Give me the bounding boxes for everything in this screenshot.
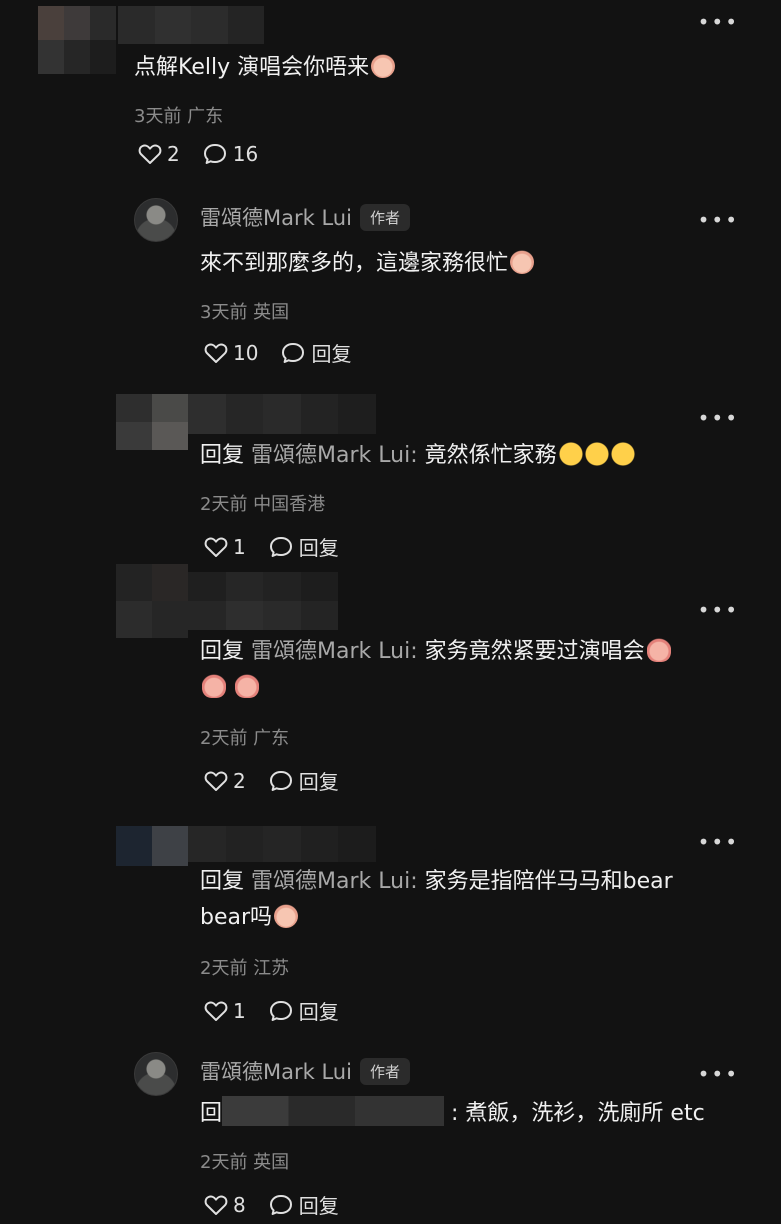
username-redacted[interactable] [188,394,376,434]
avatar[interactable] [116,826,188,866]
reply-label: 回复 [311,342,352,366]
like-count: 2 [233,768,246,793]
comment-text: 回复 雷頌德Mark Lui: 竟然係忙家務 [200,438,635,474]
comment-item: ••• 回复 雷頌德Mark Lui: 家务是指陪伴马马和bear bear吗 … [0,822,781,1042]
author-name[interactable]: 雷頌德Mark Lui [200,202,352,232]
comment-text: 來不到那麼多的，這邊家務很忙 [200,246,535,282]
redacted-username [222,1096,445,1126]
heart-icon [204,1195,228,1215]
comment-bubble-icon [269,770,292,791]
like-count: 8 [233,1192,246,1217]
more-options-button[interactable]: ••• [698,832,739,852]
comment-meta: 2天前 广东 [200,728,290,749]
comment-meta: 2天前 英国 [200,1152,290,1173]
crying-face-icon [371,54,396,78]
like-button[interactable]: 1 [204,535,246,559]
more-icon: ••• [697,10,739,34]
more-options-button[interactable]: ••• [698,408,739,428]
reply-button[interactable]: 回复 [268,532,339,561]
thinking-face-icon [274,904,299,928]
comment-item: ••• 点解Kelly 演唱会你唔来 3天前 广东 2 16 [0,0,781,180]
reply-target-link[interactable]: 雷頌德Mark Lui [251,443,410,468]
author-badge: 作者 [359,203,410,231]
reply-label: 回复 [298,770,339,794]
comment-meta: 2天前 江苏 [200,958,290,979]
like-button[interactable]: 10 [204,341,258,365]
more-icon: ••• [697,598,739,622]
comment-item: ••• 回复 雷頌德Mark Lui: 家务竟然紧要过演唱会 2天前 广东 2 … [0,562,781,802]
avatar[interactable] [116,564,188,638]
like-count: 2 [167,142,180,166]
comment-item: 雷頌德Mark Lui 作者 ••• 回 : 煮飯，洗衫，洗廁所 etc 2天前… [0,1044,781,1224]
comment-bubble-icon [203,144,226,164]
reply-button[interactable]: 回复 [268,1190,339,1219]
like-button[interactable]: 1 [204,999,246,1023]
reply-button[interactable]: 回复 [280,338,351,367]
reply-label: 回复 [298,1000,339,1024]
comment-item: 雷頌德Mark Lui 作者 ••• 來不到那麼多的，這邊家務很忙 3天前 英国… [0,190,781,380]
reply-label: 回复 [298,536,339,560]
reply-count-button[interactable]: 16 [202,142,258,166]
comment-bubble-icon [282,342,305,363]
reply-count: 16 [232,142,259,166]
like-count: 1 [233,998,246,1023]
more-options-button[interactable]: ••• [698,600,739,620]
heart-icon [138,144,162,164]
reply-label: 回复 [298,1194,339,1218]
like-count: 1 [233,534,246,559]
comment-meta: 2天前 中国香港 [200,494,326,515]
comment-item: ••• 回复 雷頌德Mark Lui: 竟然係忙家務 2天前 中国香港 1 回复 [0,392,781,572]
reply-target-link[interactable]: 雷頌德Mark Lui [251,869,410,894]
like-button[interactable]: 8 [204,1193,246,1217]
author-name[interactable]: 雷頌德Mark Lui [200,1056,352,1086]
more-options-button[interactable]: ••• [698,12,739,32]
laughing-tears-icon [610,442,635,466]
heart-icon [204,771,228,791]
username-redacted[interactable] [188,572,338,630]
comment-meta: 3天前 英国 [200,302,290,323]
more-options-button[interactable]: ••• [698,1064,739,1084]
avatar[interactable] [116,394,188,450]
comment-text: 点解Kelly 演唱会你唔来 [134,50,396,86]
laughing-tears-icon [558,442,583,466]
more-icon: ••• [697,830,739,854]
laughing-tears-icon [584,442,609,466]
more-icon: ••• [697,406,739,430]
avatar[interactable] [38,6,116,74]
comment-text: 回复 雷頌德Mark Lui: 家务是指陪伴马马和bear bear吗 [200,869,673,930]
heart-icon [204,1001,228,1021]
reply-button[interactable]: 回复 [268,766,339,795]
thumbs-up-icon [202,674,226,698]
thumbs-up-icon [646,638,671,662]
author-avatar[interactable] [134,1052,178,1096]
comment-bubble-icon [269,1194,292,1215]
more-icon: ••• [697,208,739,232]
reply-target-link[interactable]: 雷頌德Mark Lui [251,639,410,664]
heart-icon [204,537,228,557]
crying-face-icon [510,250,535,274]
reply-button[interactable]: 回复 [268,996,339,1025]
more-icon: ••• [697,1062,739,1086]
like-button[interactable]: 2 [204,769,246,793]
username-redacted[interactable] [188,826,376,862]
like-count: 10 [233,340,259,365]
like-button[interactable]: 2 [138,142,180,166]
comment-text: 回 : 煮飯，洗衫，洗廁所 etc [200,1096,705,1132]
thumbs-up-icon [235,674,259,698]
heart-icon [204,343,228,363]
more-options-button[interactable]: ••• [698,210,739,230]
comment-bubble-icon [269,1000,292,1021]
author-badge: 作者 [359,1057,410,1085]
author-avatar[interactable] [134,198,178,242]
comment-meta: 3天前 广东 [134,106,224,127]
username-redacted[interactable] [118,6,264,44]
comment-bubble-icon [269,536,292,557]
comment-text: 回复 雷頌德Mark Lui: 家务竟然紧要过演唱会 [200,634,740,706]
